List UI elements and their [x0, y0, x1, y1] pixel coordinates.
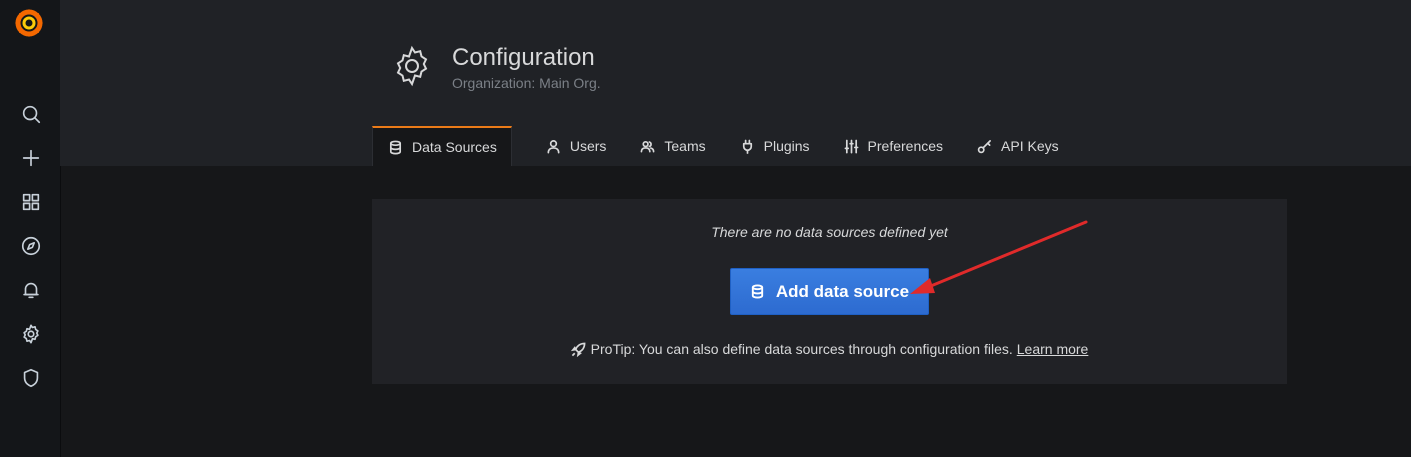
- search-icon[interactable]: [18, 101, 44, 127]
- key-icon: [977, 139, 991, 153]
- tab-label: Users: [569, 138, 607, 154]
- tab-label: API Keys: [1001, 138, 1059, 154]
- tab-label: Preferences: [867, 138, 944, 154]
- rocket-icon: [570, 342, 586, 357]
- side-menu: [0, 0, 60, 457]
- sliders-icon: [844, 139, 858, 153]
- protip: ProTip: You can also define data sources…: [372, 341, 1287, 357]
- page-subtitle: Organization: Main Org.: [452, 75, 601, 91]
- tab-bar: Data Sources Users Teams Plugins Prefere…: [372, 126, 1079, 166]
- plug-icon: [742, 139, 752, 154]
- configuration-gear-icon: [390, 44, 434, 88]
- plus-icon[interactable]: [18, 145, 44, 171]
- tab-teams[interactable]: Teams: [626, 126, 719, 166]
- users-icon: [640, 140, 655, 152]
- page-header: Configuration Organization: Main Org. Da…: [60, 0, 1411, 166]
- tab-api-keys[interactable]: API Keys: [963, 126, 1073, 166]
- database-icon: [751, 284, 764, 299]
- tab-preferences[interactable]: Preferences: [830, 126, 957, 166]
- add-data-source-button[interactable]: Add data source: [730, 268, 929, 315]
- grafana-logo[interactable]: [12, 6, 46, 40]
- dashboards-icon[interactable]: [18, 189, 44, 215]
- tab-label: Teams: [664, 138, 706, 154]
- button-label: Add data source: [775, 281, 910, 301]
- empty-list-card: There are no data sources defined yet Ad…: [372, 199, 1287, 384]
- tab-plugins[interactable]: Plugins: [726, 126, 824, 166]
- alerting-bell-icon[interactable]: [18, 277, 44, 303]
- explore-icon[interactable]: [18, 233, 44, 259]
- tab-users[interactable]: Users: [532, 126, 621, 166]
- tab-label: Data Sources: [412, 139, 497, 155]
- tab-data-sources[interactable]: Data Sources: [372, 126, 512, 166]
- user-icon: [547, 139, 560, 153]
- protip-text: ProTip: You can also define data sources…: [590, 341, 1013, 357]
- database-icon: [389, 140, 402, 154]
- tab-label: Plugins: [763, 138, 810, 154]
- configuration-gear-icon[interactable]: [18, 321, 44, 347]
- page-title: Configuration: [452, 44, 595, 71]
- empty-message: There are no data sources defined yet: [711, 224, 948, 240]
- shield-icon[interactable]: [18, 365, 44, 391]
- learn-more-link[interactable]: Learn more: [1017, 341, 1089, 357]
